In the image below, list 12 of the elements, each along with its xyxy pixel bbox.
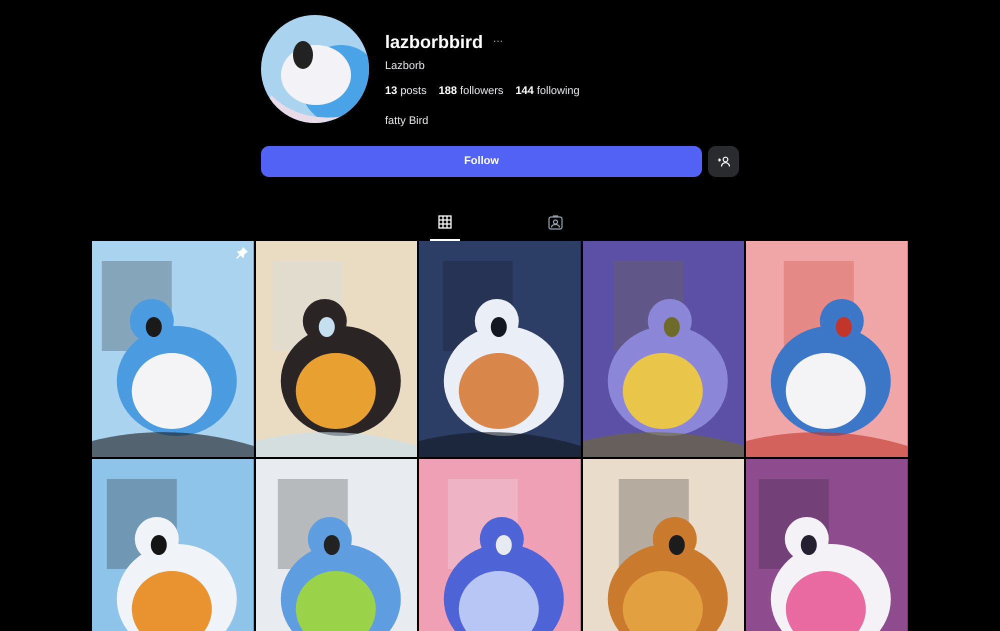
more-button[interactable]: ···	[493, 37, 503, 47]
add-person-icon	[717, 156, 730, 166]
grid-icon	[438, 214, 452, 228]
suggest-button[interactable]	[708, 146, 739, 176]
follow-button[interactable]: Follow	[261, 146, 702, 176]
display-name: Lazborb	[385, 59, 426, 74]
profile-stat[interactable]: 144 following	[515, 82, 580, 99]
username: lazborbbird	[385, 31, 483, 53]
tagged-person-icon	[548, 214, 562, 230]
bio: fatty Bird	[385, 114, 430, 129]
profile-stat[interactable]: 13 posts	[385, 82, 427, 99]
profile-stat[interactable]: 188 followers	[438, 82, 504, 99]
